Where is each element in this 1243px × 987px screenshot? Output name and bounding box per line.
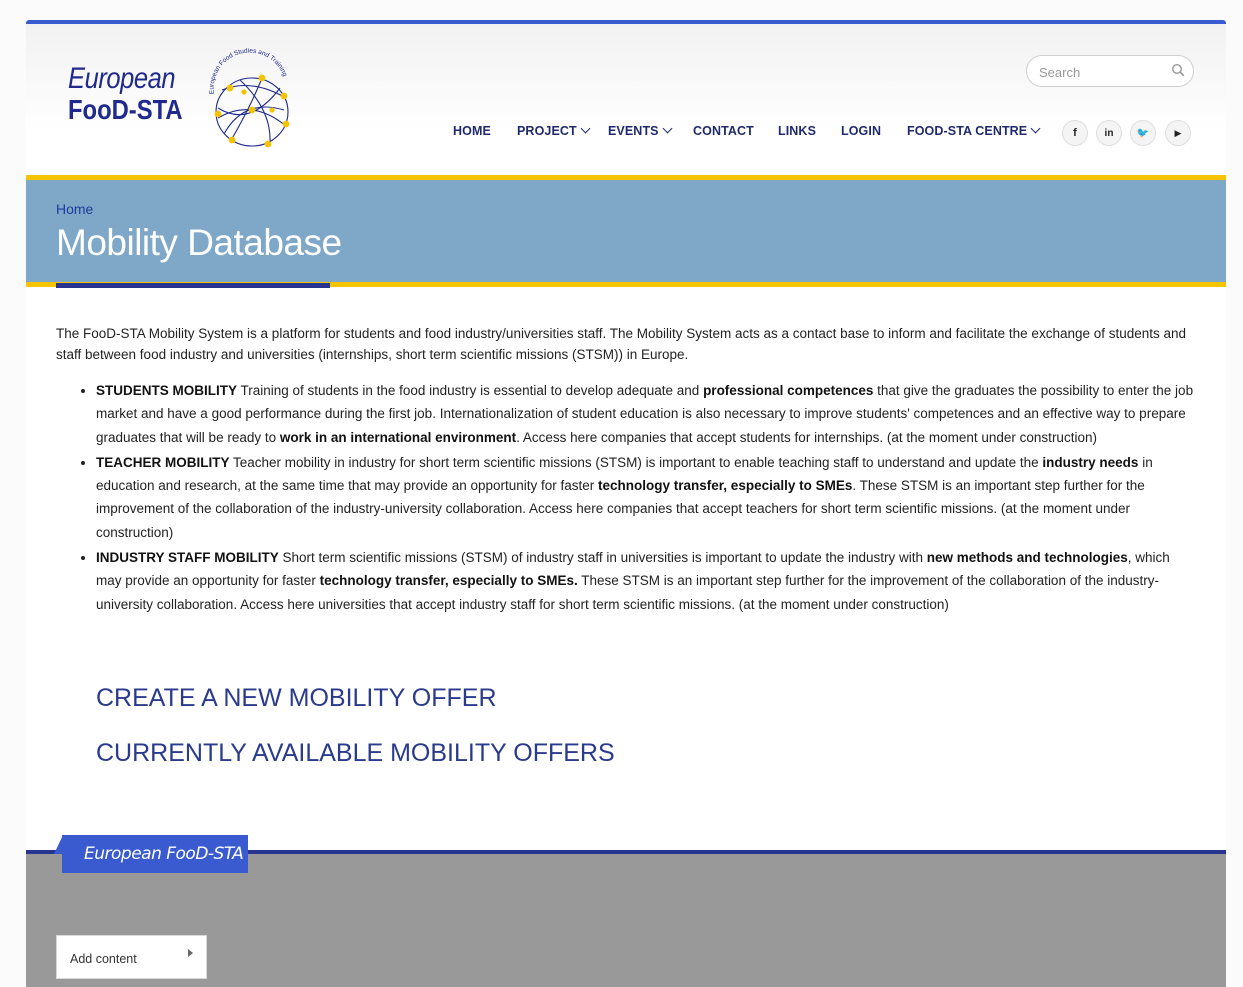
nav-project-label: PROJECT <box>517 124 577 138</box>
chevron-down-icon <box>580 123 591 134</box>
item-bold: new methods and technologies <box>926 550 1128 566</box>
breadcrumb-home[interactable]: Home <box>56 201 93 217</box>
nav-login[interactable]: LOGIN <box>841 124 881 138</box>
intro-paragraph: The FooD-STA Mobility System is a platfo… <box>56 326 1187 362</box>
item-bold: industry needs <box>1042 454 1139 470</box>
item-bold: professional competences <box>703 383 874 398</box>
current-offers-link[interactable]: CURRENTLY AVAILABLE MOBILITY OFFERS <box>96 739 615 768</box>
item-text: . Access here companies that accept stud… <box>516 429 1097 445</box>
caret-right-icon <box>188 949 193 957</box>
twitter-icon[interactable]: 🐦 <box>1130 120 1156 146</box>
logo-arc-text: European Food Studies and Training Allia… <box>200 48 289 95</box>
item-heading: STUDENTS MOBILITY <box>96 383 237 398</box>
mobility-types-list: STUDENTS MOBILITY Training of students i… <box>56 379 1196 616</box>
nav-login-label: LOGIN <box>841 124 882 138</box>
page-banner: Home Mobility Database <box>26 180 1226 282</box>
main-content: The FooD-STA Mobility System is a platfo… <box>56 323 1196 618</box>
site-header: European FooD-STA European Food Studies … <box>26 24 1226 175</box>
create-offer-link[interactable]: CREATE A NEW MOBILITY OFFER <box>96 684 497 713</box>
item-heading: TEACHER MOBILITY <box>96 454 230 470</box>
chevron-down-icon <box>662 123 673 134</box>
add-content-button[interactable]: Add content <box>56 935 207 979</box>
add-content-label: Add content <box>70 952 137 966</box>
item-text: Training of students in the food industr… <box>237 383 704 398</box>
nav-project[interactable]: PROJECT <box>517 123 591 138</box>
site-logo[interactable]: European FooD-STA <box>68 62 203 126</box>
list-item-industry-staff-mobility: INDUSTRY STAFF MOBILITY Short term scien… <box>96 546 1196 616</box>
search-box[interactable] <box>1026 55 1194 87</box>
nav-events-label: EVENTS <box>608 124 659 138</box>
nav-contact[interactable]: CONTACT <box>693 124 754 138</box>
chevron-down-icon <box>1030 123 1041 134</box>
item-bold: technology transfer, especially to SMEs. <box>319 573 578 589</box>
page: European FooD-STA European Food Studies … <box>26 20 1226 987</box>
globe-logo-icon: European Food Studies and Training Allia… <box>200 48 290 148</box>
svg-text:European Food Studies and Trai: European Food Studies and Training Allia… <box>200 48 289 95</box>
title-underline <box>56 283 330 288</box>
item-bold: work in an international environment <box>279 429 517 445</box>
footer-tab: European FooD-STA <box>62 835 248 873</box>
item-text: Short term scientific missions (STSM) of… <box>278 550 927 566</box>
list-item-teacher-mobility: TEACHER MOBILITY Teacher mobility in ind… <box>96 451 1196 544</box>
nav-links-label: LINKS <box>778 124 816 138</box>
logo-line-1: European <box>68 62 176 95</box>
nav-food-sta-centre[interactable]: FOOD-STA CENTRE <box>907 123 1041 138</box>
nav-links[interactable]: LINKS <box>778 124 816 138</box>
list-item-students-mobility: STUDENTS MOBILITY Training of students i… <box>96 379 1196 449</box>
nav-events[interactable]: EVENTS <box>608 123 673 138</box>
item-heading: INDUSTRY STAFF MOBILITY <box>96 550 279 566</box>
page-title: Mobility Database <box>56 222 342 263</box>
logo-line-2: FooD-STA <box>68 94 183 125</box>
search-icon[interactable] <box>1171 63 1185 77</box>
item-text: Teacher mobility in industry for short t… <box>229 454 1043 470</box>
nav-home[interactable]: HOME <box>453 124 491 138</box>
search-input[interactable] <box>1037 62 1161 82</box>
youtube-icon[interactable]: ▶ <box>1165 120 1191 146</box>
nav-food-sta-centre-label: FOOD-STA CENTRE <box>907 124 1028 138</box>
facebook-icon[interactable]: f <box>1062 120 1088 146</box>
nav-contact-label: CONTACT <box>693 124 754 138</box>
linkedin-icon[interactable]: in <box>1096 120 1122 146</box>
item-bold: technology transfer, especially to SMEs <box>598 478 853 494</box>
nav-home-label: HOME <box>453 124 491 138</box>
